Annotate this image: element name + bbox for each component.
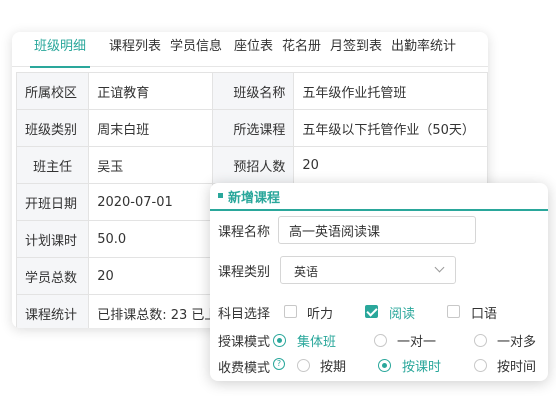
students-total-label: 学员总数 bbox=[15, 257, 90, 295]
table-row: 班级类别 周末白班 所选课程 五年级以下托管作业（50天） bbox=[15, 109, 488, 147]
class-name-label: 班级名称 bbox=[212, 72, 295, 110]
help-icon[interactable]: ? bbox=[273, 358, 285, 370]
category-label: 班级类别 bbox=[15, 109, 90, 147]
group-class-option[interactable]: 集体班 bbox=[297, 331, 336, 350]
table-row: 所属校区 正谊教育 班级名称 五年级作业托管班 bbox=[15, 72, 488, 110]
chevron-down-icon bbox=[434, 262, 445, 273]
start-date-value: 2020-07-01 bbox=[88, 183, 214, 221]
add-course-dialog: 新增课程 课程名称 课程类别 英语 科目选择 听力 阅读 口语 授课模式 集体班… bbox=[210, 183, 548, 381]
teacher-label: 班主任 bbox=[15, 146, 90, 184]
tab-monthly-signin[interactable]: 月签到表 bbox=[330, 32, 382, 66]
by-lesson-radio[interactable] bbox=[378, 359, 391, 372]
course-name-input[interactable] bbox=[278, 216, 476, 244]
tab-seat-chart[interactable]: 座位表 bbox=[234, 32, 273, 66]
campus-label: 所属校区 bbox=[15, 72, 90, 110]
enroll-value: 20 bbox=[293, 146, 488, 184]
teaching-mode-label: 授课模式 bbox=[218, 335, 271, 350]
dialog-header: 新增课程 bbox=[210, 183, 548, 211]
planned-hours-value: 50.0 bbox=[88, 220, 214, 258]
one-to-many-radio[interactable] bbox=[474, 334, 487, 347]
by-term-option[interactable]: 按期 bbox=[320, 356, 346, 375]
one-to-many-option[interactable]: 一对多 bbox=[497, 331, 536, 350]
by-time-radio[interactable] bbox=[474, 359, 487, 372]
enroll-label: 预招人数 bbox=[212, 146, 295, 184]
title-marker-icon bbox=[218, 193, 223, 198]
tab-attendance-stats[interactable]: 出勤率统计 bbox=[391, 32, 456, 66]
course-name-label: 课程名称 bbox=[218, 225, 271, 240]
speaking-checkbox[interactable] bbox=[447, 305, 460, 318]
course-type-label: 课程类别 bbox=[218, 265, 271, 280]
one-on-one-radio[interactable] bbox=[374, 334, 387, 347]
by-time-option[interactable]: 按时间 bbox=[497, 356, 536, 375]
campus-value: 正谊教育 bbox=[88, 72, 214, 110]
by-lesson-option[interactable]: 按课时 bbox=[402, 356, 441, 375]
speaking-option[interactable]: 口语 bbox=[471, 303, 497, 322]
table-row: 班主任 吴玉 预招人数 20 bbox=[15, 146, 488, 184]
course-stats-label: 课程统计 bbox=[15, 294, 90, 328]
planned-hours-label: 计划课时 bbox=[15, 220, 90, 258]
teacher-value: 吴玉 bbox=[88, 146, 214, 184]
category-value: 周末白班 bbox=[88, 109, 214, 147]
course-type-value: 英语 bbox=[294, 265, 319, 279]
group-class-radio[interactable] bbox=[273, 334, 286, 347]
by-term-radio[interactable] bbox=[297, 359, 310, 372]
reading-option[interactable]: 阅读 bbox=[389, 303, 415, 322]
subject-label: 科目选择 bbox=[218, 307, 271, 322]
tab-roster[interactable]: 花名册 bbox=[282, 32, 321, 66]
listening-checkbox[interactable] bbox=[284, 305, 297, 318]
tab-bar: 班级明细 课程列表 学员信息 座位表 花名册 月签到表 出勤率统计 bbox=[12, 32, 488, 68]
course-value: 五年级以下托管作业（50天） bbox=[293, 109, 488, 147]
start-date-label: 开班日期 bbox=[15, 183, 90, 221]
fee-mode-label: 收费模式 bbox=[218, 361, 271, 376]
tab-class-detail[interactable]: 班级明细 bbox=[30, 32, 91, 68]
course-label: 所选课程 bbox=[212, 109, 295, 147]
dialog-title: 新增课程 bbox=[228, 191, 281, 206]
tab-course-list[interactable]: 课程列表 bbox=[109, 32, 161, 66]
course-type-select[interactable]: 英语 bbox=[280, 256, 456, 284]
tab-student-info[interactable]: 学员信息 bbox=[170, 32, 222, 66]
one-on-one-option[interactable]: 一对一 bbox=[397, 331, 436, 350]
reading-checkbox[interactable] bbox=[365, 305, 378, 318]
listening-option[interactable]: 听力 bbox=[307, 303, 333, 322]
class-name-value: 五年级作业托管班 bbox=[293, 72, 488, 110]
students-total-value: 20 bbox=[88, 257, 214, 295]
